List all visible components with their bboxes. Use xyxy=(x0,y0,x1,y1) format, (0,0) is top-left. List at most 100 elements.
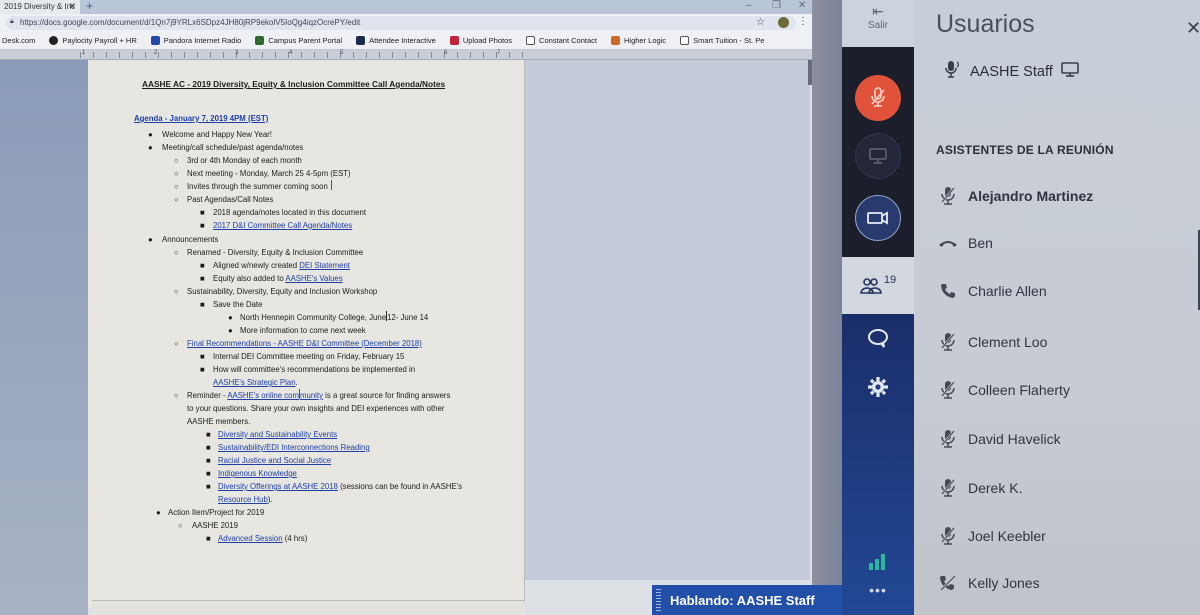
ruler-number: 7 xyxy=(497,50,501,56)
share-screen-button[interactable] xyxy=(855,133,901,179)
users-panel: Usuarios ✕ AASHE Staff ASISTENTES DE LA … xyxy=(914,0,1200,615)
minimize-button[interactable]: – xyxy=(746,0,752,11)
attendee-row[interactable]: Kelly Jones xyxy=(938,575,1040,591)
attendee-row[interactable]: Clement Loo xyxy=(938,332,1047,352)
close-window-button[interactable]: ✕ xyxy=(798,0,806,11)
bullet-square: ■ xyxy=(206,443,211,452)
agenda-item: Reminder - AASHE's online community is a… xyxy=(187,389,450,402)
indigenous-knowledge-link[interactable]: Indigenous Knowledge xyxy=(218,467,297,480)
document-title: AASHE AC - 2019 Diversity, Equity & Incl… xyxy=(142,79,446,89)
attendee-row[interactable]: David Havelick xyxy=(938,429,1061,449)
agenda-item: AASHE members. xyxy=(187,417,251,426)
bookmark-constant-contact[interactable]: Constant Contact xyxy=(526,36,597,45)
justice-link[interactable]: Racial Justice and Social Justice xyxy=(218,454,331,467)
bullet-square: ■ xyxy=(200,274,205,283)
omnibar: 🔒︎ https://docs.google.com/document/d/1Q… xyxy=(0,14,820,32)
exit-icon: ⇤ xyxy=(872,3,884,19)
bullet-square: ■ xyxy=(206,534,211,543)
bookmark-label: Smart Tuition - St. Pe xyxy=(693,36,765,45)
signal-bar xyxy=(875,559,879,570)
agenda-item: Equity also added to AASHE's Values xyxy=(213,272,343,285)
users-count: 19 xyxy=(883,273,897,286)
bookmarks-bar: Desk.com Paylocity Payroll + HR Pandora … xyxy=(0,32,820,50)
aashe-values-link[interactable]: AASHE's Values xyxy=(285,274,342,283)
bullet-square: ■ xyxy=(200,261,205,270)
bookmark-pandora[interactable]: Pandora Internet Radio xyxy=(150,36,241,45)
presenter-row[interactable]: AASHE Staff xyxy=(944,60,1079,84)
attendee-name: Clement Loo xyxy=(968,333,1048,350)
agenda-item: Announcements xyxy=(162,235,219,244)
mic-talking-icon xyxy=(944,60,962,84)
bullet-square: ■ xyxy=(206,430,211,439)
agenda-item: Welcome and Happy New Year! xyxy=(162,130,272,139)
chat-button[interactable] xyxy=(842,328,914,353)
tab-close-icon[interactable]: ✕ xyxy=(68,1,76,12)
bookmark-label: Constant Contact xyxy=(539,36,597,45)
bullet-square: ■ xyxy=(200,221,205,230)
close-panel-icon[interactable]: ✕ xyxy=(1186,18,1200,39)
agenda-item: AASHE's Strategic Plan. xyxy=(213,376,298,389)
strategic-plan-link[interactable]: AASHE's Strategic Plan xyxy=(213,378,296,387)
agenda-text: North Hennepin Community College, June xyxy=(240,313,387,322)
doc-ruler[interactable]: 1 2 3 4 5 6 7 xyxy=(0,50,820,60)
address-bar[interactable]: 🔒︎ https://docs.google.com/document/d/1Q… xyxy=(6,16,796,30)
agenda-item: Meeting/call schedule/past agenda/notes xyxy=(162,143,304,152)
users-button[interactable]: 19 xyxy=(842,257,914,314)
paylocity-icon xyxy=(49,36,59,45)
drag-grip-icon[interactable] xyxy=(656,589,661,611)
bookmark-higher-logic[interactable]: Higher Logic xyxy=(610,36,667,45)
final-recommendations-link[interactable]: Final Recommendations - AASHE D&I Commit… xyxy=(187,337,422,350)
menu-kebab-icon[interactable]: ⋮ xyxy=(798,16,808,27)
exit-button[interactable]: ⇤ Salir xyxy=(842,0,914,47)
monitor-icon xyxy=(1060,62,1079,82)
new-tab-button[interactable]: + xyxy=(86,0,93,13)
mic-muted-icon xyxy=(938,526,958,546)
advanced-session-link[interactable]: Advanced Session xyxy=(218,534,283,543)
settings-button[interactable] xyxy=(842,376,914,403)
maximize-button[interactable]: ❐ xyxy=(772,0,781,11)
bullet-square: ■ xyxy=(206,482,211,491)
bookmark-attendee-interactive[interactable]: Attendee Interactive xyxy=(356,36,436,45)
more-options-icon[interactable]: ••• xyxy=(842,582,914,598)
agenda-text: (4 hrs) xyxy=(282,534,308,543)
camera-button[interactable] xyxy=(855,195,901,241)
agenda-text: Reminder - xyxy=(187,391,228,400)
reading-link[interactable]: Sustainability/EDI Interconnections Read… xyxy=(218,441,370,454)
bookmark-campus-portal[interactable]: Campus Parent Portal xyxy=(255,36,342,45)
bullet-dot: ● xyxy=(148,143,153,152)
connection-signal-icon[interactable] xyxy=(869,554,887,570)
mute-mic-button[interactable] xyxy=(855,75,901,121)
attendee-row[interactable]: Charlie Allen xyxy=(938,283,1047,299)
attendee-row[interactable]: Derek K. xyxy=(938,478,1022,498)
pandora-icon xyxy=(150,36,160,45)
collaborator-cursor xyxy=(330,180,332,190)
attendee-row[interactable]: Alejandro Martinez xyxy=(938,186,1093,206)
bullet-circle: ○ xyxy=(174,339,179,348)
notes-2017-link[interactable]: 2017 D&I Committee Call Agenda/Notes xyxy=(213,219,352,232)
attendee-row[interactable]: Ben xyxy=(938,235,993,251)
bookmark-label: Higher Logic xyxy=(623,36,667,45)
ruler-number: 4 xyxy=(289,50,293,56)
attendee-row[interactable]: Joel Keebler xyxy=(938,526,1046,546)
attendee-name: Alejandro Martinez xyxy=(968,188,1094,204)
tab-bar: 2019 Diversity & Inc ✕ + – ❐ ✕ xyxy=(0,0,820,14)
dei-statement-link[interactable]: DEI Statement xyxy=(299,261,350,270)
bookmark-paylocity[interactable]: Paylocity Payroll + HR xyxy=(49,36,137,45)
events-link[interactable]: Diversity and Sustainability Events xyxy=(218,428,337,441)
bookmark-star-icon[interactable]: ☆ xyxy=(756,17,765,28)
lock-icon: 🔒︎ xyxy=(10,18,14,25)
bookmark-upload-photos[interactable]: Upload Photos xyxy=(449,36,512,45)
profile-avatar[interactable] xyxy=(778,17,789,28)
speaking-indicator: Hablando: AASHE Staff xyxy=(652,585,842,615)
bookmark-desk[interactable]: Desk.com xyxy=(2,36,35,45)
resource-hub-link[interactable]: Resource Hub xyxy=(218,495,268,504)
agenda-heading-link[interactable]: Agenda - January 7, 2019 4PM (EST) xyxy=(134,112,268,125)
monitor-icon xyxy=(869,148,887,164)
offerings-link[interactable]: Diversity Offerings at AASHE 2018 xyxy=(218,482,338,491)
attendee-row[interactable]: Colleen Flaherty xyxy=(938,380,1070,400)
online-community-link[interactable]: AASHE's online community xyxy=(227,389,323,400)
browser-tab[interactable]: 2019 Diversity & Inc ✕ xyxy=(0,0,80,14)
bookmark-smart-tuition[interactable]: Smart Tuition - St. Pe xyxy=(680,36,764,45)
media-controls xyxy=(842,47,914,257)
agenda-item: 2018 agenda/notes located in this docume… xyxy=(213,208,367,217)
